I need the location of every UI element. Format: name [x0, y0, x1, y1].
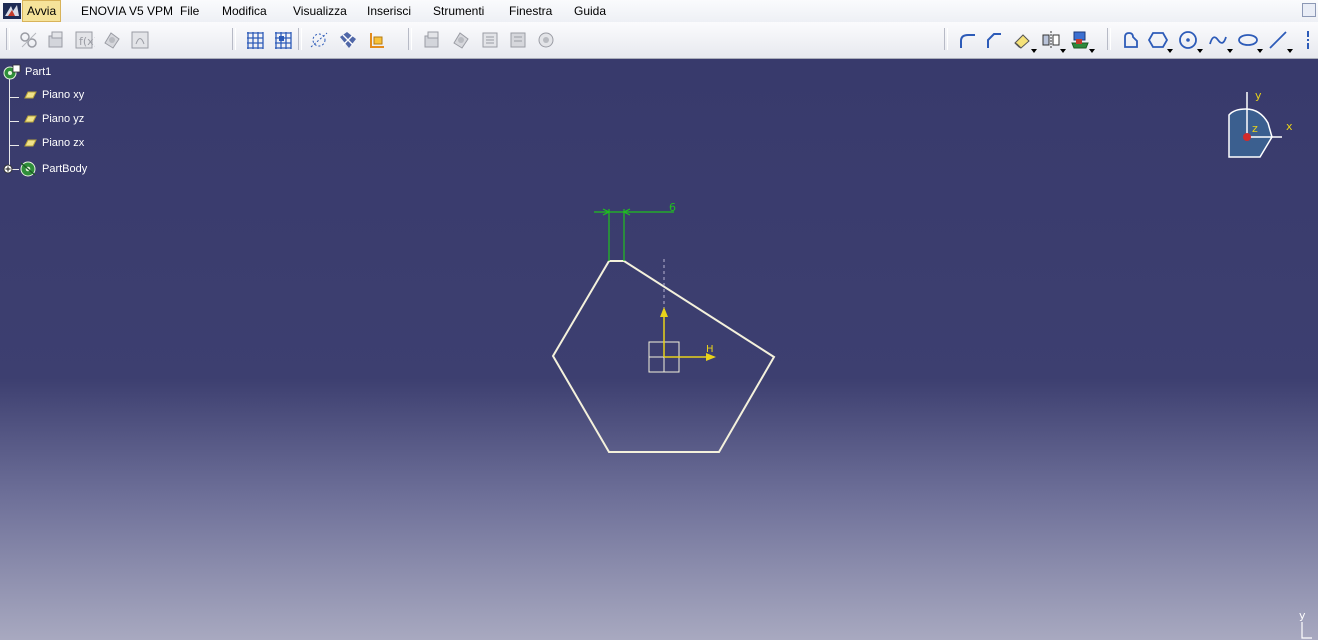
dimensional-constraints-icon[interactable]: [365, 28, 389, 52]
restore-window-button[interactable]: [1302, 3, 1316, 17]
compass-z-label: z: [1252, 122, 1258, 135]
catia-logo-icon[interactable]: [3, 3, 21, 19]
corner-axis-icon: y: [1299, 609, 1312, 639]
toolbar-separator: [1107, 28, 1111, 50]
ellipse-icon[interactable]: [1236, 28, 1263, 53]
chamfer-icon[interactable]: [982, 28, 1006, 52]
sketch-solving-icon[interactable]: [478, 28, 502, 52]
construction-element-icon[interactable]: [307, 28, 331, 52]
sketch-analysis-icon[interactable]: [449, 28, 473, 52]
constraint-defined-icon[interactable]: [17, 28, 41, 52]
sketch-canvas[interactable]: 6 H: [0, 59, 1318, 640]
menu-bar: Avvia ENOVIA V5 VPM File Modifica Visual…: [0, 0, 1318, 23]
law-icon[interactable]: [128, 28, 152, 52]
dimension-value[interactable]: 6: [669, 201, 676, 214]
isolate-icon[interactable]: [506, 28, 530, 52]
update-icon[interactable]: [44, 28, 68, 52]
formula-icon[interactable]: f(x): [72, 28, 96, 52]
project-3d-elements-icon[interactable]: [1068, 28, 1095, 53]
line-icon[interactable]: [1266, 28, 1293, 53]
menu-finestra[interactable]: Finestra: [505, 0, 556, 22]
corner-y-label: y: [1299, 609, 1306, 622]
svg-text:f(x): f(x): [79, 35, 95, 48]
exit-workbench-icon[interactable]: [420, 28, 444, 52]
knowledge-icon[interactable]: [100, 28, 124, 52]
corner-icon[interactable]: [956, 28, 980, 52]
toolbar-separator: [944, 28, 948, 50]
axis-icon[interactable]: [1296, 28, 1318, 52]
trim-icon[interactable]: [1010, 28, 1037, 53]
compass-icon[interactable]: y z x: [1220, 87, 1300, 167]
menu-file[interactable]: File: [176, 0, 203, 22]
toolbar: f(x): [0, 22, 1318, 59]
snap-to-point-icon[interactable]: [271, 28, 295, 52]
menu-inserisci[interactable]: Inserisci: [363, 0, 415, 22]
toolbar-separator: [408, 28, 412, 50]
sketch-viewport[interactable]: Part1 Piano xy Piano yz Piano zx PartBod…: [0, 59, 1318, 640]
grid-icon[interactable]: [243, 28, 267, 52]
menu-visualizza[interactable]: Visualizza: [289, 0, 351, 22]
toolbar-grip[interactable]: [6, 28, 10, 50]
compass-x-label: x: [1286, 120, 1293, 133]
menu-avvia[interactable]: Avvia: [22, 0, 62, 22]
toolbar-separator: [232, 28, 236, 50]
toolbar-separator: [298, 28, 302, 50]
menu-enovia[interactable]: ENOVIA V5 VPM: [77, 0, 177, 22]
hexagon-icon[interactable]: [1146, 28, 1173, 53]
spline-icon[interactable]: [1206, 28, 1233, 53]
geometrical-constraints-icon[interactable]: [336, 28, 360, 52]
mirror-icon[interactable]: [1039, 28, 1066, 53]
h-axis-label: H: [706, 344, 714, 355]
menu-strumenti[interactable]: Strumenti: [429, 0, 488, 22]
output-feature-icon[interactable]: [534, 28, 558, 52]
menu-modifica[interactable]: Modifica: [218, 0, 271, 22]
profile-icon[interactable]: [1118, 28, 1142, 52]
circle-icon[interactable]: [1176, 28, 1203, 53]
menu-guida[interactable]: Guida: [570, 0, 610, 22]
dimension-constraint[interactable]: [594, 208, 674, 261]
compass-y-label: y: [1255, 89, 1262, 102]
